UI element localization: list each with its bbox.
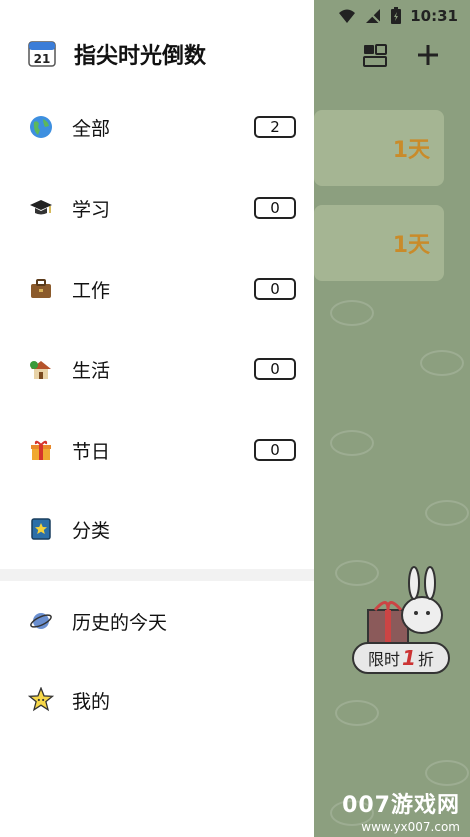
planet-icon	[28, 608, 54, 634]
app-title: 指尖时光倒数	[74, 44, 207, 69]
background-pattern	[420, 350, 464, 376]
menu-item-holiday[interactable]: 节日 0	[28, 430, 296, 470]
gift-icon	[28, 437, 54, 463]
menu-item-classify[interactable]: 分类	[28, 509, 296, 549]
navigation-drawer: 21 指尖时光倒数 全部 2 学习 0 工作 0 生活 0 节日 0 分类 历史…	[0, 0, 314, 837]
countdown-days: 1天	[392, 138, 430, 163]
wifi-icon	[339, 9, 356, 23]
briefcase-icon	[28, 276, 54, 302]
menu-label: 历史的今天	[72, 611, 168, 634]
menu-label: 全部	[72, 117, 111, 140]
house-icon	[28, 356, 54, 382]
menu-label: 分类	[72, 519, 111, 542]
book-star-icon	[28, 516, 54, 542]
menu-item-work[interactable]: 工作 0	[28, 269, 296, 309]
menu-label: 我的	[72, 690, 111, 713]
menu-label: 工作	[72, 279, 111, 302]
countdown-card[interactable]: 1天	[314, 205, 444, 281]
countdown-days: 1天	[392, 233, 430, 258]
calendar-day: 21	[34, 52, 51, 66]
calendar-icon: 21	[28, 41, 56, 67]
promo-prefix: 限时	[368, 650, 401, 669]
watermark: 007游戏网 www.yx007.com	[342, 793, 460, 834]
countdown-card[interactable]: 1天	[314, 110, 444, 186]
signal-icon	[365, 8, 381, 24]
menu-label: 学习	[72, 198, 111, 221]
top-actions	[362, 42, 440, 68]
count-badge: 2	[254, 116, 296, 138]
background-pattern	[330, 300, 374, 326]
menu-item-all[interactable]: 全部 2	[28, 107, 296, 147]
background-pattern	[425, 500, 469, 526]
menu-label: 生活	[72, 359, 111, 382]
star-face-icon	[28, 687, 54, 713]
menu-item-history-today[interactable]: 历史的今天	[28, 601, 296, 641]
drawer-header: 21 指尖时光倒数	[28, 38, 206, 70]
globe-icon	[28, 114, 54, 140]
battery-icon	[391, 7, 402, 24]
menu-item-study[interactable]: 学习 0	[28, 188, 296, 228]
promo-number: 1	[402, 646, 416, 670]
menu-item-mine[interactable]: 我的	[28, 680, 296, 720]
graduation-cap-icon	[28, 195, 54, 221]
count-badge: 0	[254, 278, 296, 300]
menu-item-life[interactable]: 生活 0	[28, 349, 296, 389]
promo-badge[interactable]: 限时 1 折	[352, 642, 450, 674]
background-pattern	[330, 430, 374, 456]
menu-label: 节日	[72, 440, 111, 463]
add-icon[interactable]	[416, 43, 440, 67]
count-badge: 0	[254, 439, 296, 461]
promo-suffix: 折	[417, 650, 434, 669]
watermark-url: www.yx007.com	[361, 820, 460, 834]
count-badge: 0	[254, 358, 296, 380]
watermark-title: 007游戏网	[342, 793, 460, 818]
status-bar: 10:31	[310, 0, 470, 32]
status-time: 10:31	[410, 7, 458, 25]
layout-toggle-icon[interactable]	[362, 42, 388, 68]
background-pattern	[425, 760, 469, 786]
background-pattern	[335, 700, 379, 726]
count-badge: 0	[254, 197, 296, 219]
section-divider	[0, 569, 314, 581]
